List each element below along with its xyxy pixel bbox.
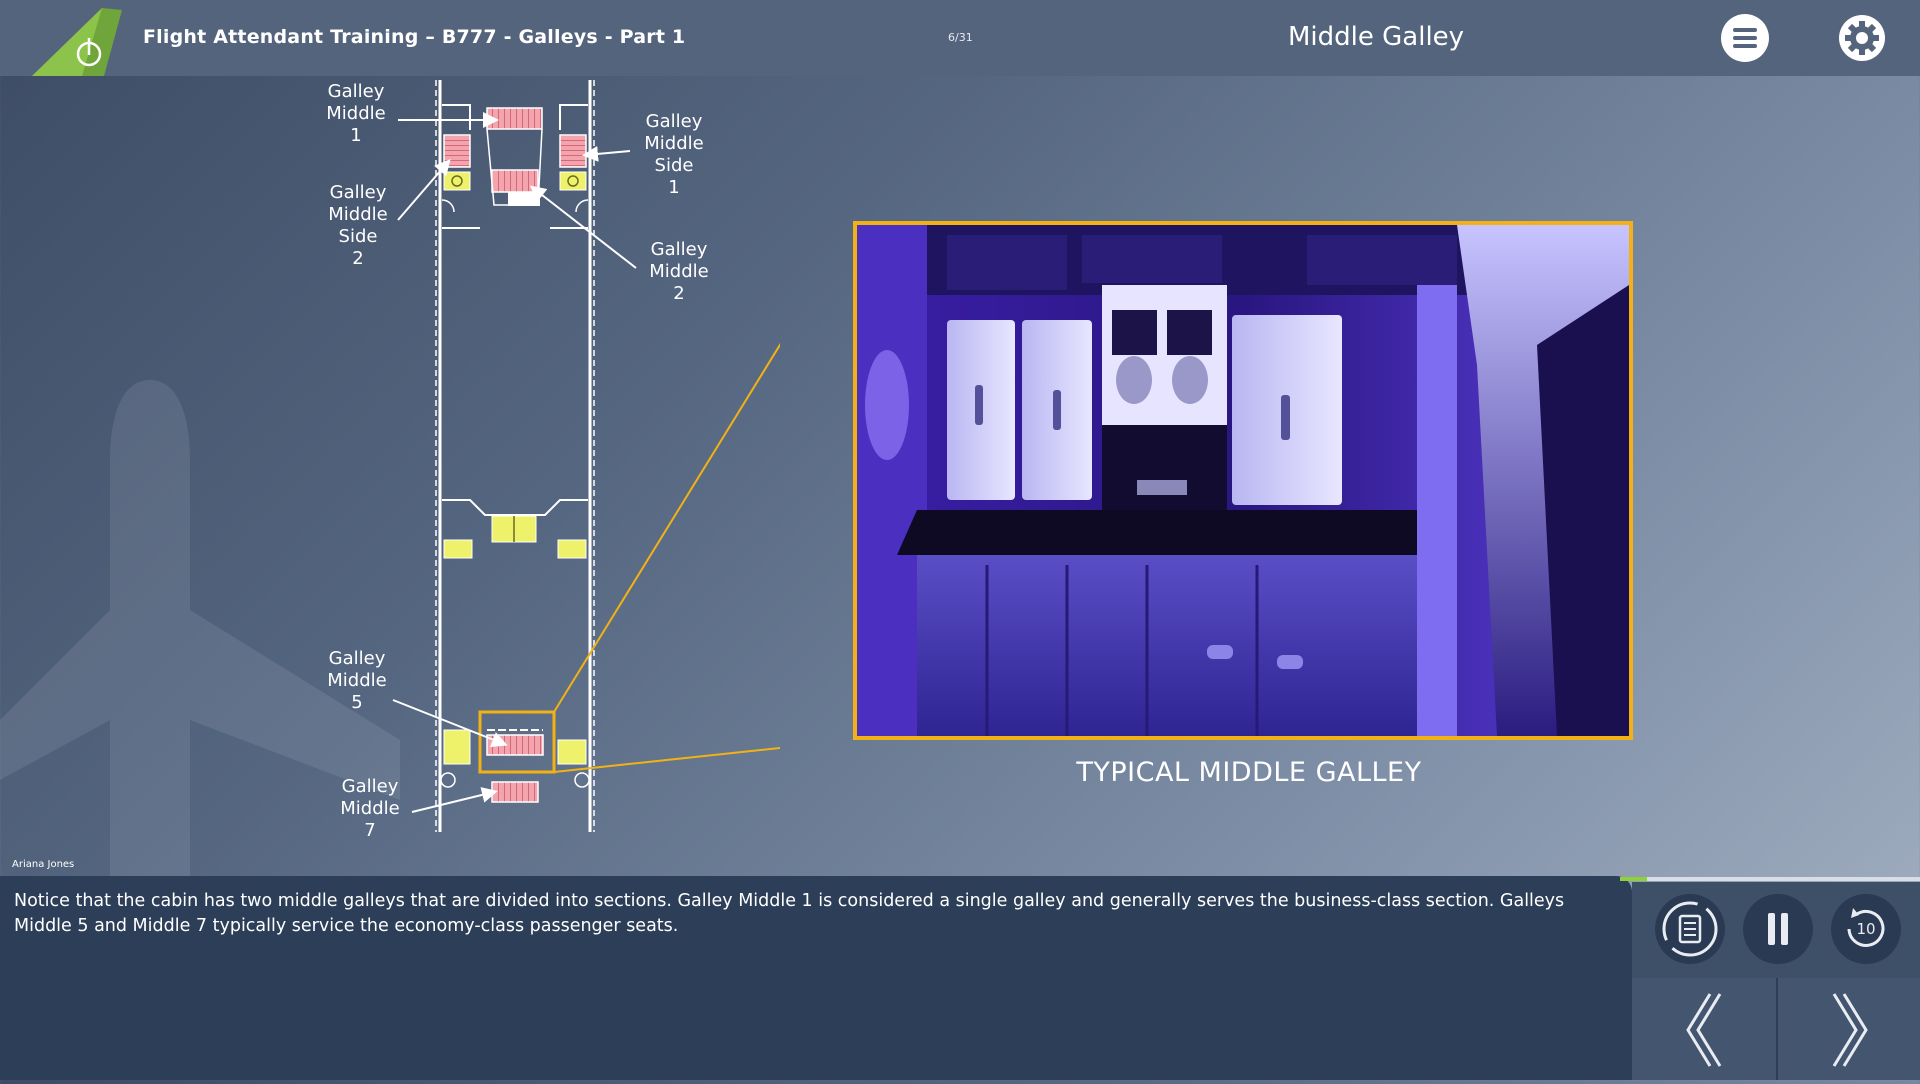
svg-text:10: 10 xyxy=(1856,920,1875,938)
menu-button[interactable] xyxy=(1721,14,1769,62)
settings-button[interactable] xyxy=(1838,14,1886,62)
hamburger-menu-icon xyxy=(1733,28,1757,32)
label-galley-middle-side-1: Galley Middle Side 1 xyxy=(644,111,704,198)
photo-caption: TYPICAL MIDDLE GALLEY xyxy=(1076,757,1422,788)
callout-arrows xyxy=(392,112,637,813)
next-button[interactable] xyxy=(1776,978,1920,1080)
lower-galley-area xyxy=(440,710,590,803)
label-galley-middle-side-2: Galley Middle Side 2 xyxy=(328,182,388,269)
transcript-refresh-icon xyxy=(1662,901,1718,957)
narration-text: Notice that the cabin has two middle gal… xyxy=(14,891,1565,936)
galley-photo xyxy=(853,221,1633,740)
transcript-button[interactable] xyxy=(1655,894,1725,964)
progress-bar-fill xyxy=(1620,877,1647,881)
pause-button[interactable] xyxy=(1743,894,1813,964)
progress-bar[interactable] xyxy=(1620,877,1920,881)
page-counter: 6/31 xyxy=(948,31,973,44)
galley-photo-image xyxy=(857,225,1629,736)
chevron-right-icon xyxy=(1832,993,1868,1067)
player-controls: 10 xyxy=(1632,882,1920,1080)
airline-logo xyxy=(32,8,122,76)
gear-icon xyxy=(1839,15,1885,61)
course-title: Flight Attendant Training – B777 - Galle… xyxy=(143,26,686,48)
pause-icon xyxy=(1768,913,1788,945)
page-title: Middle Galley xyxy=(1288,22,1465,52)
zoom-connector-lines xyxy=(553,342,780,773)
label-galley-middle-1: Galley Middle 1 xyxy=(326,81,386,146)
mid-cabin-unit xyxy=(442,499,588,559)
label-galley-middle-7: Galley Middle 7 xyxy=(340,776,400,841)
presenter-name: Ariana Jones xyxy=(12,859,75,870)
rewind-10-icon: 10 xyxy=(1847,908,1885,947)
label-galley-middle-5: Galley Middle 5 xyxy=(327,648,387,713)
chevron-left-icon xyxy=(1686,993,1722,1067)
header-bar: Flight Attendant Training – B777 - Galle… xyxy=(0,0,1920,76)
narration-panel: Notice that the cabin has two middle gal… xyxy=(0,876,1632,1080)
upper-galley-area xyxy=(441,104,589,229)
previous-button[interactable] xyxy=(1632,978,1776,1080)
rewind-10-button[interactable]: 10 xyxy=(1831,894,1901,964)
label-galley-middle-2: Galley Middle 2 xyxy=(649,239,709,304)
